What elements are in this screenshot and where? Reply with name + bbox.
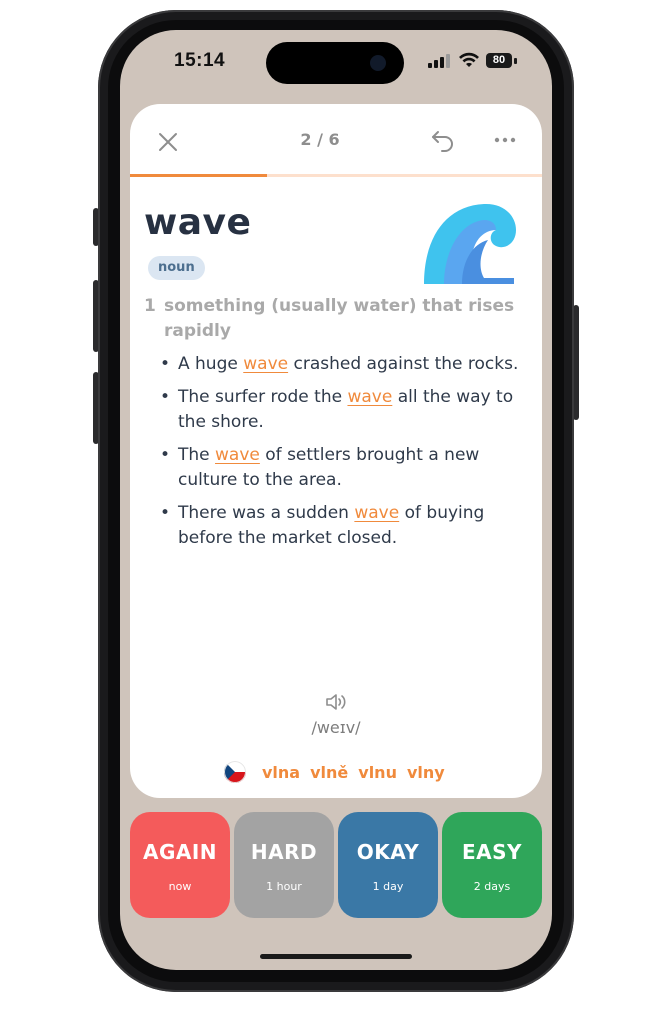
speaker-icon[interactable] <box>324 690 348 714</box>
undo-icon[interactable] <box>430 128 456 152</box>
example-sentence: The surfer rode the wave all the way to … <box>160 385 528 435</box>
easy-button[interactable]: EASY 2 days <box>442 812 542 918</box>
home-indicator[interactable] <box>260 954 412 959</box>
status-time: 15:14 <box>174 50 226 71</box>
example-text: crashed against the rocks. <box>288 354 519 374</box>
translation-item[interactable]: vlně <box>310 763 348 782</box>
okay-button[interactable]: OKAY 1 day <box>338 812 438 918</box>
card-word: wave <box>144 202 252 243</box>
definition-text: something (usually water) that rises rap… <box>164 296 515 341</box>
example-highlight: wave <box>215 445 260 465</box>
answer-buttons: AGAIN now HARD 1 hour OKAY 1 day EASY 2 … <box>130 812 542 918</box>
hard-label: HARD <box>250 840 318 864</box>
example-sentence: There was a sudden wave of buying before… <box>160 501 528 551</box>
example-list: A huge wave crashed against the rocks. T… <box>160 352 528 559</box>
card-counter: 2 / 6 <box>300 130 340 149</box>
flashcard: 2 / 6 wave noun 1 something (usually wat… <box>130 104 542 798</box>
example-highlight: wave <box>354 503 400 523</box>
okay-label: OKAY <box>356 840 420 864</box>
progress-bar <box>130 174 542 177</box>
dynamic-island <box>266 42 404 84</box>
example-text: A huge <box>178 354 244 374</box>
hard-button[interactable]: HARD 1 hour <box>234 812 334 918</box>
battery-tip <box>514 58 517 64</box>
status-bar: 15:14 80 <box>120 30 552 94</box>
progress-fill <box>130 174 268 177</box>
okay-interval: 1 day <box>372 880 404 893</box>
close-icon[interactable] <box>156 130 180 154</box>
example-text: The <box>178 445 216 465</box>
definition: 1 something (usually water) that rises r… <box>144 294 528 344</box>
again-interval: now <box>168 880 192 893</box>
definition-number: 1 <box>144 296 156 316</box>
example-text: There was a sudden <box>178 503 355 523</box>
hard-interval: 1 hour <box>266 880 302 893</box>
example-highlight: wave <box>347 387 393 407</box>
translation-item[interactable]: vlnu <box>358 763 397 782</box>
again-button[interactable]: AGAIN now <box>130 812 230 918</box>
easy-label: EASY <box>461 840 523 864</box>
translation-item[interactable]: vlny <box>407 763 445 782</box>
part-of-speech-badge: noun <box>148 256 205 280</box>
example-highlight: wave <box>243 354 289 374</box>
more-icon[interactable] <box>492 128 518 152</box>
translation-row: vlna vlně vlnu vlny <box>224 760 455 784</box>
again-label: AGAIN <box>142 840 218 864</box>
wave-illustration <box>424 203 516 284</box>
example-sentence: A huge wave crashed against the rocks. <box>160 352 528 377</box>
front-camera <box>370 55 386 71</box>
wifi-icon <box>459 52 479 67</box>
easy-interval: 2 days <box>473 880 511 893</box>
pronunciation: /weɪv/ <box>311 718 361 737</box>
translation-item[interactable]: vlna <box>262 763 300 782</box>
card-topbar: 2 / 6 <box>130 104 542 174</box>
battery-icon: 80 <box>486 53 512 68</box>
czech-flag-icon <box>224 761 246 783</box>
cellular-signal-icon <box>428 54 450 68</box>
app-screen: 15:14 80 2 / 6 wave noun 1 something (us… <box>120 30 552 970</box>
example-text: The surfer rode the <box>178 387 348 407</box>
example-sentence: The wave of settlers brought a new cultu… <box>160 443 528 493</box>
